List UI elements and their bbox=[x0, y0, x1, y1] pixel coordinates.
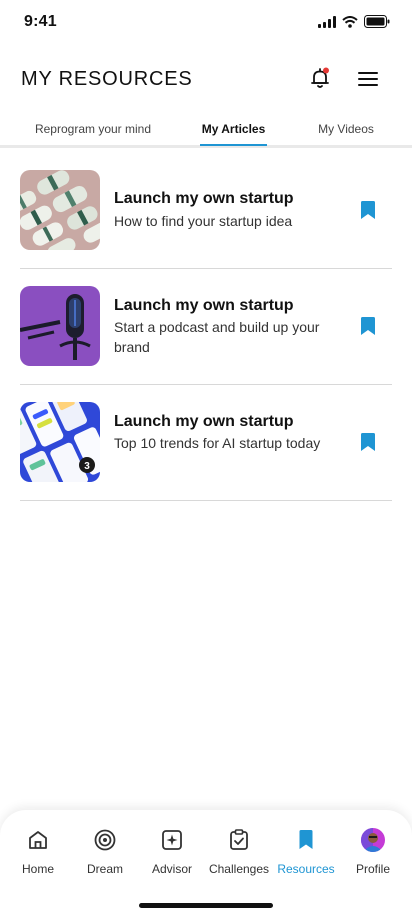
article-subtitle: Start a podcast and build up your brand bbox=[114, 319, 320, 355]
bookmark-icon bbox=[299, 830, 313, 849]
money-rolls-image bbox=[20, 170, 100, 250]
bookmark-icon[interactable] bbox=[361, 317, 375, 335]
nav-item-profile[interactable]: Profile bbox=[338, 828, 408, 876]
active-tab-indicator bbox=[200, 144, 267, 146]
article-item[interactable]: 3 Launch my own startup Top 10 trends fo… bbox=[20, 385, 392, 501]
target-icon bbox=[94, 829, 116, 851]
tab-my-videos[interactable]: My Videos bbox=[306, 122, 386, 136]
article-title: Launch my own startup bbox=[114, 297, 294, 314]
status-bar: 9:41 bbox=[0, 0, 412, 44]
sparkle-icon bbox=[162, 830, 182, 850]
avatar bbox=[361, 828, 385, 852]
nav-item-home[interactable]: Home bbox=[3, 828, 73, 876]
article-title: Launch my own startup bbox=[114, 413, 294, 430]
nav-label: Home bbox=[21, 862, 54, 876]
clipboard-check-icon bbox=[230, 829, 248, 850]
notification-bell-icon[interactable] bbox=[308, 66, 332, 90]
nav-item-resources[interactable]: Resources bbox=[271, 828, 341, 876]
article-subtitle: How to find your startup idea bbox=[114, 213, 293, 229]
status-time: 9:41 bbox=[24, 13, 57, 30]
notification-dot bbox=[323, 67, 329, 74]
bookmark-icon[interactable] bbox=[361, 433, 375, 451]
home-icon bbox=[29, 831, 47, 849]
tab-bar: Reprogram your mind My Articles My Video… bbox=[0, 116, 412, 148]
bookmark-icon[interactable] bbox=[361, 201, 375, 219]
article-item[interactable]: Launch my own startup How to find your s… bbox=[20, 150, 392, 269]
header: MY RESOURCES bbox=[0, 56, 412, 102]
tab-my-articles[interactable]: My Articles bbox=[196, 122, 271, 136]
svg-text:3: 3 bbox=[84, 461, 90, 472]
tab-reprogram-your-mind[interactable]: Reprogram your mind bbox=[20, 122, 166, 136]
phone-screens-image: 3 bbox=[20, 402, 100, 482]
nav-label: Challenges bbox=[208, 862, 270, 876]
nav-item-challenges[interactable]: Challenges bbox=[204, 828, 274, 876]
status-icons bbox=[318, 15, 390, 28]
battery-icon bbox=[364, 15, 390, 28]
article-item[interactable]: Launch my own startup Start a podcast an… bbox=[20, 269, 392, 385]
nav-label: Profile bbox=[355, 862, 390, 876]
article-subtitle: Top 10 trends for AI startup today bbox=[114, 435, 321, 451]
nav-label: Advisor bbox=[151, 862, 192, 876]
nav-label: Dream bbox=[86, 862, 123, 876]
signal-icon bbox=[318, 15, 336, 28]
nav-label: Resources bbox=[277, 862, 335, 876]
bottom-navigation: Home Dream Advisor Challenges Resources bbox=[0, 810, 412, 917]
hamburger-menu-icon[interactable] bbox=[357, 68, 379, 90]
wifi-icon bbox=[342, 15, 358, 28]
home-indicator bbox=[139, 903, 273, 908]
page-title: MY RESOURCES bbox=[21, 68, 193, 90]
microphone-image bbox=[20, 286, 100, 366]
article-title: Launch my own startup bbox=[114, 190, 294, 207]
nav-item-dream[interactable]: Dream bbox=[70, 828, 140, 876]
nav-item-advisor[interactable]: Advisor bbox=[137, 828, 207, 876]
